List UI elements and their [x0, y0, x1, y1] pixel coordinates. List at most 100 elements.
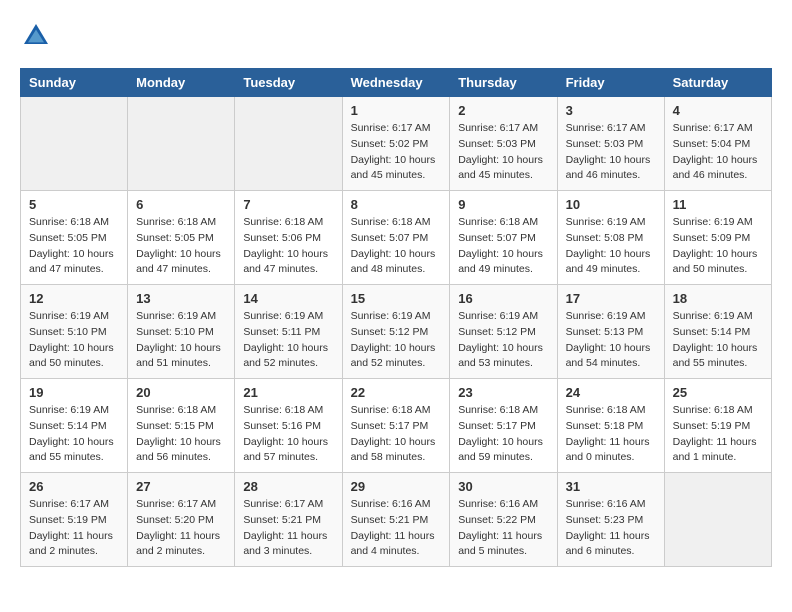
day-info: Sunrise: 6:19 AM Sunset: 5:10 PM Dayligh…: [29, 309, 119, 372]
calendar-cell: 27 Sunrise: 6:17 AM Sunset: 5:20 PM Dayli…: [128, 473, 235, 567]
calendar-cell: 6 Sunrise: 6:18 AM Sunset: 5:05 PM Daylig…: [128, 191, 235, 285]
day-info: Sunrise: 6:17 AM Sunset: 5:03 PM Dayligh…: [566, 121, 656, 184]
day-number: 23: [458, 385, 548, 400]
calendar-cell: 10 Sunrise: 6:19 AM Sunset: 5:08 PM Dayli…: [557, 191, 664, 285]
calendar-cell: 25 Sunrise: 6:18 AM Sunset: 5:19 PM Dayli…: [664, 379, 771, 473]
calendar-cell: 5 Sunrise: 6:18 AM Sunset: 5:05 PM Daylig…: [21, 191, 128, 285]
calendar-week-row: 26 Sunrise: 6:17 AM Sunset: 5:19 PM Dayli…: [21, 473, 772, 567]
calendar-week-row: 19Sunrise: 6:19 AM Sunset: 5:14 PM Dayli…: [21, 379, 772, 473]
day-number: 7: [243, 197, 333, 212]
day-info: Sunrise: 6:19 AM Sunset: 5:11 PM Dayligh…: [243, 309, 333, 372]
day-of-week-header: Tuesday: [235, 69, 342, 97]
day-info: Sunrise: 6:18 AM Sunset: 5:07 PM Dayligh…: [458, 215, 548, 278]
logo: [20, 20, 56, 52]
calendar-cell: 15 Sunrise: 6:19 AM Sunset: 5:12 PM Dayli…: [342, 285, 450, 379]
day-info: Sunrise: 6:19 AM Sunset: 5:12 PM Dayligh…: [458, 309, 548, 372]
day-info: Sunrise: 6:16 AM Sunset: 5:22 PM Dayligh…: [458, 497, 548, 560]
logo-icon: [20, 20, 52, 52]
day-number: 18: [673, 291, 763, 306]
day-info: Sunrise: 6:18 AM Sunset: 5:19 PM Dayligh…: [673, 403, 763, 466]
calendar-cell: [235, 97, 342, 191]
day-info: Sunrise: 6:16 AM Sunset: 5:23 PM Dayligh…: [566, 497, 656, 560]
calendar-cell: 31 Sunrise: 6:16 AM Sunset: 5:23 PM Dayli…: [557, 473, 664, 567]
day-number: 27: [136, 479, 226, 494]
day-info: Sunrise: 6:16 AM Sunset: 5:21 PM Dayligh…: [351, 497, 442, 560]
day-number: 1: [351, 103, 442, 118]
calendar-table: SundayMondayTuesdayWednesdayThursdayFrid…: [20, 68, 772, 567]
day-info: Sunrise: 6:19 AM Sunset: 5:08 PM Dayligh…: [566, 215, 656, 278]
day-number: 24: [566, 385, 656, 400]
calendar-cell: 24 Sunrise: 6:18 AM Sunset: 5:18 PM Dayli…: [557, 379, 664, 473]
day-number: 28: [243, 479, 333, 494]
day-of-week-header: Thursday: [450, 69, 557, 97]
day-number: 3: [566, 103, 656, 118]
day-number: 14: [243, 291, 333, 306]
day-info: Sunrise: 6:18 AM Sunset: 5:18 PM Dayligh…: [566, 403, 656, 466]
calendar-cell: 19Sunrise: 6:19 AM Sunset: 5:14 PM Dayli…: [21, 379, 128, 473]
calendar-cell: [664, 473, 771, 567]
calendar-cell: 22 Sunrise: 6:18 AM Sunset: 5:17 PM Dayli…: [342, 379, 450, 473]
day-number: 21: [243, 385, 333, 400]
day-info: Sunrise: 6:19 AM Sunset: 5:14 PM Dayligh…: [673, 309, 763, 372]
day-info: Sunrise: 6:19 AM Sunset: 5:12 PM Dayligh…: [351, 309, 442, 372]
calendar-cell: 2Sunrise: 6:17 AM Sunset: 5:03 PM Daylig…: [450, 97, 557, 191]
calendar-week-row: 5 Sunrise: 6:18 AM Sunset: 5:05 PM Daylig…: [21, 191, 772, 285]
day-number: 5: [29, 197, 119, 212]
day-number: 8: [351, 197, 442, 212]
calendar-cell: 23 Sunrise: 6:18 AM Sunset: 5:17 PM Dayli…: [450, 379, 557, 473]
calendar-cell: 8 Sunrise: 6:18 AM Sunset: 5:07 PM Daylig…: [342, 191, 450, 285]
day-info: Sunrise: 6:17 AM Sunset: 5:19 PM Dayligh…: [29, 497, 119, 560]
day-info: Sunrise: 6:18 AM Sunset: 5:06 PM Dayligh…: [243, 215, 333, 278]
calendar-week-row: 1 Sunrise: 6:17 AM Sunset: 5:02 PM Daylig…: [21, 97, 772, 191]
calendar-cell: 29Sunrise: 6:16 AM Sunset: 5:21 PM Dayli…: [342, 473, 450, 567]
day-number: 31: [566, 479, 656, 494]
day-info: Sunrise: 6:18 AM Sunset: 5:07 PM Dayligh…: [351, 215, 442, 278]
day-number: 6: [136, 197, 226, 212]
calendar-cell: 7 Sunrise: 6:18 AM Sunset: 5:06 PM Daylig…: [235, 191, 342, 285]
day-of-week-header: Saturday: [664, 69, 771, 97]
day-number: 30: [458, 479, 548, 494]
day-info: Sunrise: 6:18 AM Sunset: 5:15 PM Dayligh…: [136, 403, 226, 466]
day-number: 10: [566, 197, 656, 212]
day-number: 12: [29, 291, 119, 306]
day-number: 20: [136, 385, 226, 400]
calendar-cell: 21 Sunrise: 6:18 AM Sunset: 5:16 PM Dayli…: [235, 379, 342, 473]
day-info: Sunrise: 6:18 AM Sunset: 5:17 PM Dayligh…: [351, 403, 442, 466]
calendar-cell: [21, 97, 128, 191]
day-number: 4: [673, 103, 763, 118]
calendar-cell: 12 Sunrise: 6:19 AM Sunset: 5:10 PM Dayli…: [21, 285, 128, 379]
day-info: Sunrise: 6:17 AM Sunset: 5:21 PM Dayligh…: [243, 497, 333, 560]
day-info: Sunrise: 6:19 AM Sunset: 5:09 PM Dayligh…: [673, 215, 763, 278]
day-of-week-header: Friday: [557, 69, 664, 97]
day-number: 26: [29, 479, 119, 494]
day-info: Sunrise: 6:18 AM Sunset: 5:17 PM Dayligh…: [458, 403, 548, 466]
day-info: Sunrise: 6:17 AM Sunset: 5:02 PM Dayligh…: [351, 121, 442, 184]
calendar-cell: 13Sunrise: 6:19 AM Sunset: 5:10 PM Dayli…: [128, 285, 235, 379]
day-info: Sunrise: 6:17 AM Sunset: 5:20 PM Dayligh…: [136, 497, 226, 560]
day-info: Sunrise: 6:19 AM Sunset: 5:10 PM Dayligh…: [136, 309, 226, 372]
calendar-cell: 17Sunrise: 6:19 AM Sunset: 5:13 PM Dayli…: [557, 285, 664, 379]
day-info: Sunrise: 6:18 AM Sunset: 5:05 PM Dayligh…: [136, 215, 226, 278]
day-info: Sunrise: 6:18 AM Sunset: 5:16 PM Dayligh…: [243, 403, 333, 466]
day-info: Sunrise: 6:19 AM Sunset: 5:14 PM Dayligh…: [29, 403, 119, 466]
day-number: 16: [458, 291, 548, 306]
calendar-cell: 9Sunrise: 6:18 AM Sunset: 5:07 PM Daylig…: [450, 191, 557, 285]
day-info: Sunrise: 6:18 AM Sunset: 5:05 PM Dayligh…: [29, 215, 119, 278]
calendar-cell: 30 Sunrise: 6:16 AM Sunset: 5:22 PM Dayli…: [450, 473, 557, 567]
calendar-cell: 14 Sunrise: 6:19 AM Sunset: 5:11 PM Dayli…: [235, 285, 342, 379]
day-number: 11: [673, 197, 763, 212]
calendar-cell: 18 Sunrise: 6:19 AM Sunset: 5:14 PM Dayli…: [664, 285, 771, 379]
day-number: 17: [566, 291, 656, 306]
day-of-week-header: Monday: [128, 69, 235, 97]
calendar-cell: 1 Sunrise: 6:17 AM Sunset: 5:02 PM Daylig…: [342, 97, 450, 191]
day-number: 2: [458, 103, 548, 118]
calendar-cell: 28 Sunrise: 6:17 AM Sunset: 5:21 PM Dayli…: [235, 473, 342, 567]
calendar-week-row: 12 Sunrise: 6:19 AM Sunset: 5:10 PM Dayli…: [21, 285, 772, 379]
day-number: 22: [351, 385, 442, 400]
calendar-header-row: SundayMondayTuesdayWednesdayThursdayFrid…: [21, 69, 772, 97]
calendar-cell: 26 Sunrise: 6:17 AM Sunset: 5:19 PM Dayli…: [21, 473, 128, 567]
day-number: 25: [673, 385, 763, 400]
calendar-cell: 16 Sunrise: 6:19 AM Sunset: 5:12 PM Dayli…: [450, 285, 557, 379]
calendar-cell: 3 Sunrise: 6:17 AM Sunset: 5:03 PM Daylig…: [557, 97, 664, 191]
day-number: 15: [351, 291, 442, 306]
